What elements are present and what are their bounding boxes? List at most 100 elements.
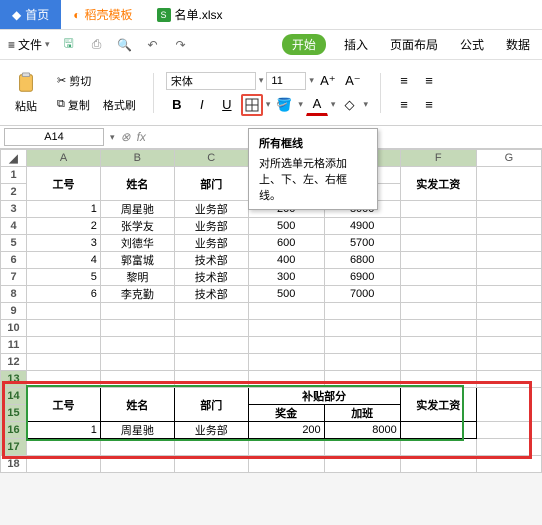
cell[interactable]: 6 xyxy=(27,286,101,303)
cell[interactable] xyxy=(400,354,476,371)
cell[interactable] xyxy=(400,201,476,218)
row-header[interactable]: 9 xyxy=(1,303,27,320)
row-header[interactable]: 12 xyxy=(1,354,27,371)
cell[interactable]: 4 xyxy=(27,252,101,269)
col-header[interactable]: G xyxy=(476,150,541,167)
col-header[interactable]: A xyxy=(27,150,101,167)
font-name-select[interactable] xyxy=(166,72,256,90)
bold-button[interactable]: B xyxy=(166,94,188,116)
align-top-button[interactable]: ≡ xyxy=(393,70,415,92)
cell[interactable] xyxy=(27,320,101,337)
row-header[interactable]: 8 xyxy=(1,286,27,303)
chevron-down-icon[interactable]: ▾ xyxy=(363,99,368,110)
underline-button[interactable]: U xyxy=(216,94,238,116)
preview-icon[interactable]: 🔍 xyxy=(116,36,134,54)
ribbon-tab-insert[interactable]: 插入 xyxy=(340,34,372,55)
redo-icon[interactable]: ↷ xyxy=(172,36,190,54)
cell[interactable] xyxy=(100,371,174,388)
cell[interactable]: 周星驰 xyxy=(100,201,174,218)
cell[interactable] xyxy=(174,320,248,337)
cell[interactable] xyxy=(174,354,248,371)
cell[interactable]: 400 xyxy=(248,252,324,269)
cell[interactable] xyxy=(476,252,541,269)
cell[interactable]: 6800 xyxy=(324,252,400,269)
cell[interactable] xyxy=(400,371,476,388)
cell[interactable] xyxy=(400,320,476,337)
cell[interactable] xyxy=(400,439,476,456)
cell[interactable]: 实发工资 xyxy=(400,388,476,422)
cell[interactable]: 500 xyxy=(248,218,324,235)
cell[interactable] xyxy=(476,456,541,473)
select-all-corner[interactable]: ◢ xyxy=(1,150,27,167)
cell[interactable]: 加班 xyxy=(324,405,400,422)
cell[interactable] xyxy=(476,388,541,422)
cell[interactable]: 技术部 xyxy=(174,286,248,303)
cell[interactable] xyxy=(27,439,101,456)
cell[interactable] xyxy=(400,422,476,439)
cell[interactable] xyxy=(27,337,101,354)
chevron-down-icon[interactable]: ▾ xyxy=(266,99,271,110)
fill-color-button[interactable]: 🪣 xyxy=(273,94,295,116)
cell[interactable] xyxy=(476,439,541,456)
row-header[interactable]: 3 xyxy=(1,201,27,218)
align-middle-button[interactable]: ≡ xyxy=(418,70,440,92)
cell[interactable]: 业务部 xyxy=(174,201,248,218)
col-header[interactable]: F xyxy=(400,150,476,167)
cell[interactable] xyxy=(27,303,101,320)
cell[interactable]: 业务部 xyxy=(174,422,248,439)
row-header[interactable]: 14 xyxy=(1,388,27,405)
cell[interactable]: 4900 xyxy=(324,218,400,235)
cell[interactable] xyxy=(476,337,541,354)
cell[interactable]: 7000 xyxy=(324,286,400,303)
cell[interactable] xyxy=(174,303,248,320)
paste-button[interactable]: 粘贴 xyxy=(8,66,44,119)
cell[interactable] xyxy=(476,422,541,439)
font-size-select[interactable] xyxy=(266,72,306,90)
cell[interactable] xyxy=(100,320,174,337)
cell[interactable]: 业务部 xyxy=(174,235,248,252)
cell[interactable] xyxy=(248,371,324,388)
increase-font-button[interactable]: A⁺ xyxy=(317,70,339,92)
cell[interactable] xyxy=(324,456,400,473)
align-center-button[interactable]: ≡ xyxy=(418,94,440,116)
cell[interactable]: 刘德华 xyxy=(100,235,174,252)
tab-file[interactable]: S 名单.xlsx xyxy=(145,0,235,29)
row-header[interactable]: 11 xyxy=(1,337,27,354)
row-header[interactable]: 5 xyxy=(1,235,27,252)
cell[interactable] xyxy=(476,269,541,286)
clear-format-button[interactable]: ◇ xyxy=(338,94,360,116)
cell[interactable] xyxy=(100,337,174,354)
cell[interactable] xyxy=(400,456,476,473)
row-header[interactable]: 10 xyxy=(1,320,27,337)
chevron-down-icon[interactable]: ▾ xyxy=(110,132,115,143)
italic-button[interactable]: I xyxy=(191,94,213,116)
cell[interactable]: 周星驰 xyxy=(100,422,174,439)
borders-button[interactable] xyxy=(241,94,263,116)
cell[interactable] xyxy=(100,354,174,371)
cell[interactable]: 200 xyxy=(248,422,324,439)
tab-docer[interactable]: ◐ 稻壳模板 xyxy=(61,0,144,29)
cell[interactable]: 部门 xyxy=(174,388,248,422)
row-header[interactable]: 2 xyxy=(1,184,27,201)
cell[interactable]: 2 xyxy=(27,218,101,235)
cell[interactable] xyxy=(100,439,174,456)
cell[interactable] xyxy=(476,371,541,388)
cell[interactable] xyxy=(248,456,324,473)
cell[interactable]: 1 xyxy=(27,201,101,218)
cell[interactable] xyxy=(476,167,541,201)
cell[interactable] xyxy=(476,320,541,337)
cut-button[interactable]: ✂剪切 xyxy=(52,70,141,92)
cell[interactable]: 张学友 xyxy=(100,218,174,235)
align-left-button[interactable]: ≡ xyxy=(393,94,415,116)
cell[interactable] xyxy=(324,320,400,337)
cell[interactable] xyxy=(400,269,476,286)
cell[interactable] xyxy=(100,456,174,473)
cell[interactable]: 600 xyxy=(248,235,324,252)
cell[interactable]: 技术部 xyxy=(174,269,248,286)
cell[interactable] xyxy=(174,371,248,388)
cell[interactable] xyxy=(27,456,101,473)
cell[interactable] xyxy=(400,218,476,235)
save-icon[interactable]: 🖫 xyxy=(60,36,78,54)
row-header[interactable]: 1 xyxy=(1,167,27,184)
ribbon-tab-formula[interactable]: 公式 xyxy=(456,34,488,55)
